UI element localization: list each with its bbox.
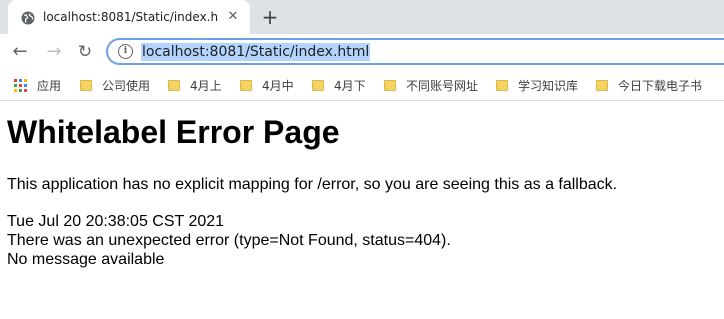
active-tab[interactable]: localhost:8081/Static/index.htr ✕: [8, 0, 250, 34]
bookmark-label: 4月上: [190, 78, 222, 93]
folder-icon: [240, 79, 252, 91]
bookmark-label: 公司使用: [102, 78, 151, 93]
folder-icon: [312, 79, 324, 91]
error-status: There was an unexpected error (type=Not …: [7, 232, 451, 249]
close-icon[interactable]: ✕: [225, 9, 241, 25]
toolbar: ← → ↻ i localhost:8081/Static/index.html: [0, 34, 724, 69]
bookmark-apps[interactable]: 应用: [14, 76, 61, 94]
reload-button[interactable]: ↻: [74, 41, 96, 63]
error-description: This application has no explicit mapping…: [7, 176, 618, 193]
apps-icon: [14, 78, 27, 92]
folder-icon: [496, 79, 508, 91]
back-button[interactable]: ←: [9, 41, 31, 63]
page-content: Whitelabel Error Page This application h…: [7, 112, 717, 269]
globe-icon: [21, 10, 35, 25]
bookmark-folder[interactable]: 今日下载电子书: [596, 76, 702, 94]
folder-icon: [596, 79, 608, 91]
info-icon[interactable]: i: [118, 44, 133, 59]
page-title: Whitelabel Error Page: [7, 114, 340, 150]
bookmark-folder[interactable]: 学习知识库: [496, 76, 578, 94]
tab-strip: localhost:8081/Static/index.htr ✕ +: [0, 0, 724, 34]
new-tab-button[interactable]: +: [259, 6, 281, 28]
error-details: Tue Jul 20 20:38:05 CST 2021 There was a…: [7, 212, 717, 269]
bookmark-label: 不同账号网址: [406, 78, 479, 93]
address-bar[interactable]: i localhost:8081/Static/index.html: [106, 38, 724, 65]
bookmark-folder[interactable]: 不同账号网址: [384, 76, 478, 94]
folder-icon: [80, 79, 92, 91]
url-input[interactable]: localhost:8081/Static/index.html: [141, 43, 371, 61]
folder-icon: [384, 79, 396, 91]
bookmarks-bar: 应用 公司使用 4月上 4月中 4月下 不同账号网址 学习知识库 今日下载电子书: [0, 69, 724, 101]
bookmark-folder[interactable]: 4月下: [312, 76, 366, 94]
tab-title: localhost:8081/Static/index.htr: [43, 10, 218, 24]
error-timestamp: Tue Jul 20 20:38:05 CST 2021: [7, 213, 225, 230]
bookmark-folder[interactable]: 公司使用: [80, 76, 150, 94]
forward-button[interactable]: →: [43, 41, 65, 63]
bookmark-label: 应用: [37, 78, 62, 93]
bookmark-label: 今日下载电子书: [618, 78, 703, 93]
error-message: No message available: [7, 251, 165, 268]
bookmark-folder[interactable]: 4月上: [168, 76, 222, 94]
folder-icon: [168, 79, 180, 91]
bookmark-folder[interactable]: 4月中: [240, 76, 294, 94]
bookmark-label: 4月中: [262, 78, 294, 93]
bookmark-label: 4月下: [334, 78, 366, 93]
bookmark-label: 学习知识库: [518, 78, 579, 93]
